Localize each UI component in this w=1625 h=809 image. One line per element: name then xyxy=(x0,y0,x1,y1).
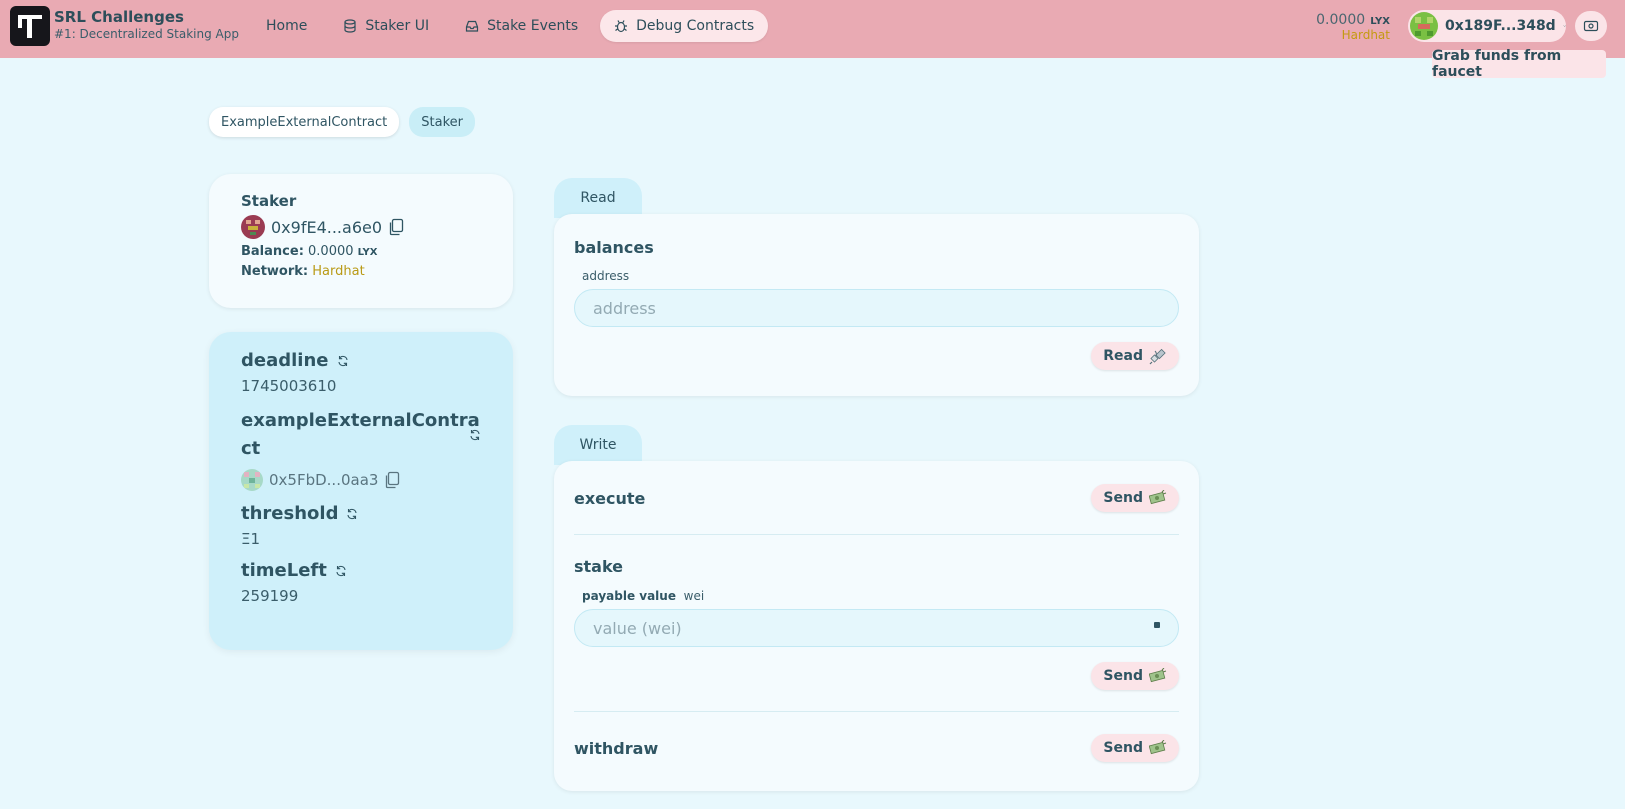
multiply-icon[interactable] xyxy=(1154,622,1160,628)
wallet-balance: 0.0000 LYX Hardhat xyxy=(1310,9,1390,42)
wallet-network: Hardhat xyxy=(1341,28,1390,42)
contract-address[interactable]: 0x9fE4...a6e0 xyxy=(271,218,382,237)
execute-send-label: Send xyxy=(1103,490,1143,506)
account-avatar xyxy=(1410,12,1438,40)
var-time-left-label: timeLeft xyxy=(241,560,327,581)
money-icon xyxy=(1149,740,1167,755)
account-address: 0x189F...348d xyxy=(1445,18,1556,34)
tab-staker[interactable]: Staker xyxy=(409,107,475,137)
var-example-external-contract-address[interactable]: 0x5FbD...0aa3 xyxy=(269,471,378,489)
contract-info-card: Staker 0x9fE4...a6e0 Balance: 0.0000 LYX… xyxy=(209,174,513,308)
nav-staker-ui-label: Staker UI xyxy=(365,18,430,34)
contract-avatar xyxy=(241,215,265,239)
write-function-withdraw: withdraw xyxy=(574,739,659,758)
brand[interactable]: SRL Challenges #1: Decentralized Staking… xyxy=(54,8,239,42)
copy-icon[interactable] xyxy=(384,471,400,489)
read-tab[interactable]: Read xyxy=(554,178,642,218)
withdraw-send-button[interactable]: Send xyxy=(1091,734,1179,762)
chevron-down-icon xyxy=(1563,25,1566,27)
faucet-button[interactable] xyxy=(1575,11,1607,41)
satellite-icon xyxy=(1149,348,1166,365)
account-dropdown[interactable]: 0x189F...348d xyxy=(1408,10,1566,42)
write-panel: execute Send stake payable value wei val… xyxy=(554,461,1199,791)
contract-variables-card: deadline 1745003610 exampleExternalContr… xyxy=(209,332,513,650)
nav-home-label: Home xyxy=(266,18,308,34)
read-function-balances: balances xyxy=(574,238,654,257)
nav-debug-contracts-label: Debug Contracts xyxy=(636,18,755,34)
var-threshold-label: threshold xyxy=(241,503,339,524)
write-tab[interactable]: Write xyxy=(554,425,642,465)
inbox-icon xyxy=(466,20,479,32)
withdraw-send-label: Send xyxy=(1103,740,1143,756)
var-example-external-contract-label: exampleExternalContra ct xyxy=(241,410,480,459)
var-time-left-value: 259199 xyxy=(241,587,299,605)
network-value: Hardhat xyxy=(312,264,365,279)
money-icon xyxy=(1149,490,1167,505)
balances-param-label: address xyxy=(582,269,630,283)
write-function-execute: execute xyxy=(574,489,646,508)
stake-send-button[interactable]: Send xyxy=(1091,662,1179,690)
nav-stake-events-label: Stake Events xyxy=(487,18,579,34)
address-avatar xyxy=(241,469,263,491)
wallet-balance-amount: 0.0000 xyxy=(1316,12,1366,28)
var-deadline-label: deadline xyxy=(241,350,329,371)
balance-value: 0.0000 xyxy=(308,244,354,259)
contract-balance: Balance: 0.0000 LYX xyxy=(241,244,481,259)
balances-address-input[interactable]: address xyxy=(574,289,1179,327)
stake-payable-label: payable value wei xyxy=(582,589,705,603)
stake-value-input[interactable]: value (wei) xyxy=(574,609,1179,647)
tab-example-external-contract[interactable]: ExampleExternalContract xyxy=(209,107,400,137)
var-threshold-value: Ξ1 xyxy=(241,530,261,548)
divider xyxy=(574,711,1179,712)
contract-tabs: ExampleExternalContract Staker xyxy=(209,107,475,137)
database-icon xyxy=(344,19,356,33)
read-button-label: Read xyxy=(1103,348,1143,364)
main-nav: Home Staker UI Stake Events Debug Contra… xyxy=(252,10,769,42)
nav-stake-events[interactable]: Stake Events xyxy=(451,10,592,42)
var-example-external-contract-value: 0x5FbD...0aa3 xyxy=(241,469,481,491)
money-icon xyxy=(1149,668,1167,683)
network-label: Network: xyxy=(241,264,309,279)
refresh-icon[interactable] xyxy=(346,508,358,520)
contract-network: Network: Hardhat xyxy=(241,264,481,279)
stake-value-placeholder: value (wei) xyxy=(593,618,682,638)
var-deadline-value: 1745003610 xyxy=(241,377,337,395)
wallet-balance-unit: LYX xyxy=(1370,16,1390,27)
write-function-stake: stake xyxy=(574,557,624,576)
refresh-icon[interactable] xyxy=(335,565,347,577)
var-deadline: deadline xyxy=(241,350,481,371)
app-logo[interactable] xyxy=(10,6,50,46)
refresh-icon[interactable] xyxy=(337,355,349,367)
var-time-left: timeLeft xyxy=(241,560,481,581)
top-navbar: SRL Challenges #1: Decentralized Staking… xyxy=(0,0,1625,58)
read-panel: balances address address Read xyxy=(554,214,1199,396)
nav-home[interactable]: Home xyxy=(252,10,321,42)
nav-debug-contracts[interactable]: Debug Contracts xyxy=(600,10,769,42)
nav-staker-ui[interactable]: Staker UI xyxy=(329,10,443,42)
app-title: SRL Challenges xyxy=(54,8,184,26)
refresh-icon[interactable] xyxy=(469,429,481,441)
var-example-external-contract: exampleExternalContra ct xyxy=(241,407,481,463)
bug-icon xyxy=(615,20,628,33)
balance-label: Balance: xyxy=(241,244,304,259)
stake-send-label: Send xyxy=(1103,668,1143,684)
copy-icon[interactable] xyxy=(388,218,404,236)
read-button[interactable]: Read xyxy=(1091,342,1179,370)
faucet-tooltip: Grab funds from faucet xyxy=(1432,48,1606,80)
balance-unit: LYX xyxy=(357,247,378,258)
banknote-icon xyxy=(1583,20,1599,32)
app-subtitle: #1: Decentralized Staking App xyxy=(54,27,239,41)
divider xyxy=(574,534,1179,535)
var-threshold: threshold xyxy=(241,503,481,524)
execute-send-button[interactable]: Send xyxy=(1091,484,1179,512)
contract-name: Staker xyxy=(241,192,297,210)
